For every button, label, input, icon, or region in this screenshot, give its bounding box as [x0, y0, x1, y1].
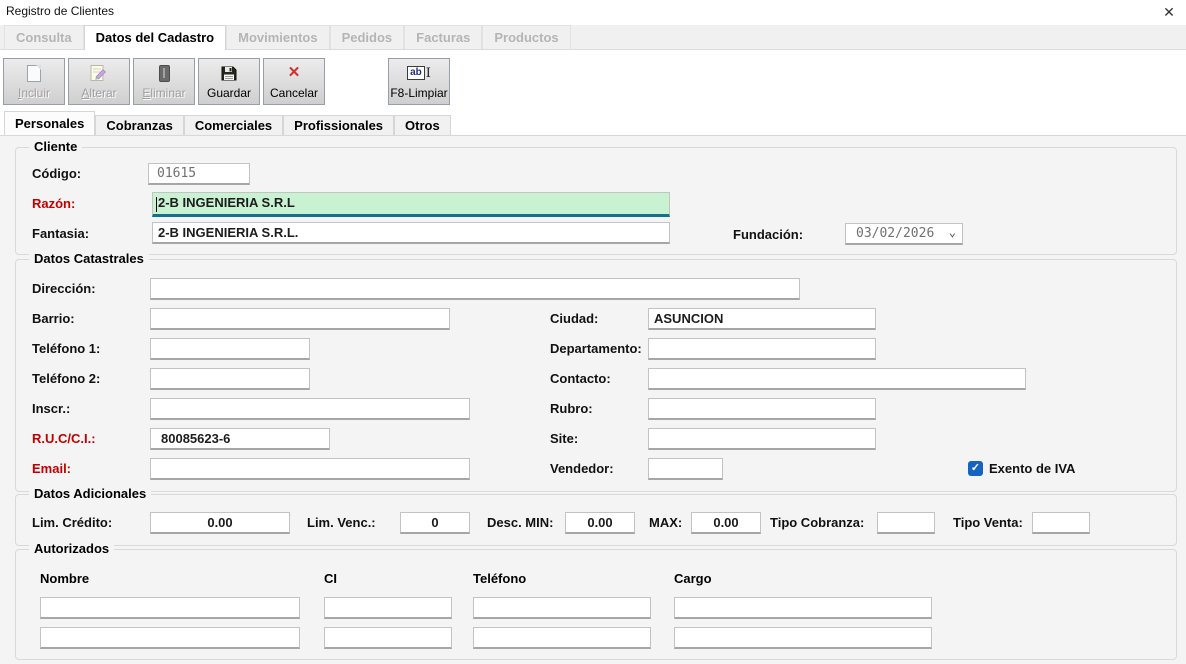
ruc-field[interactable]: 80085623-6	[150, 428, 330, 450]
guardar-button[interactable]: Guardar	[198, 58, 260, 105]
tipo-cobranza-field[interactable]	[877, 512, 935, 534]
telefono2-field[interactable]	[150, 368, 310, 390]
subtab-personales[interactable]: Personales	[4, 111, 95, 135]
datos-catastrales-legend: Datos Catastrales	[29, 251, 149, 266]
fantasia-label: Fantasia:	[32, 226, 89, 241]
barrio-field[interactable]	[150, 308, 450, 330]
text-caret	[156, 197, 157, 212]
subtab-cobranzas[interactable]: Cobranzas	[95, 115, 183, 135]
autorizados-header-cargo: Cargo	[674, 571, 712, 586]
ruc-label: R.U.C/C.I.:	[32, 431, 96, 446]
email-field[interactable]	[150, 458, 470, 480]
tipo-venta-label: Tipo Venta:	[953, 515, 1023, 530]
autorizado-telefono-field-row1[interactable]	[473, 597, 651, 619]
direccion-field[interactable]	[150, 278, 800, 300]
ciudad-field[interactable]: ASUNCION	[648, 308, 876, 330]
new-document-icon	[27, 64, 41, 82]
tipo-cobranza-label: Tipo Cobranza:	[770, 515, 864, 530]
desc-max-field[interactable]: 0.00	[691, 512, 761, 534]
rubro-field[interactable]	[648, 398, 876, 420]
alterar-button[interactable]: Alterar	[68, 58, 130, 105]
inscr-label: Inscr.:	[32, 401, 70, 416]
cancelar-button[interactable]: ✕ Cancelar	[263, 58, 325, 105]
rubro-label: Rubro:	[550, 401, 593, 416]
barrio-label: Barrio:	[32, 311, 75, 326]
toolbar: Incluir Alterar Eliminar	[0, 50, 1186, 112]
autorizados-header-nombre: Nombre	[40, 571, 89, 586]
cancel-x-icon: ✕	[288, 64, 301, 82]
autorizado-nombre-field-row2[interactable]	[40, 627, 300, 649]
incluir-button[interactable]: Incluir	[3, 58, 65, 105]
window-title: Registro de Clientes	[6, 4, 114, 18]
razon-field[interactable]: 2-B INGENIERIA S.R.L	[152, 192, 670, 217]
desc-min-field[interactable]: 0.00	[565, 512, 635, 534]
vendedor-label: Vendedor:	[550, 461, 614, 476]
site-field[interactable]	[648, 428, 876, 450]
close-icon[interactable]: ✕	[1158, 2, 1180, 22]
checkmark-icon: ✓	[971, 462, 980, 474]
exento-iva-checkbox[interactable]: ✓	[968, 461, 983, 476]
autorizados-legend: Autorizados	[29, 541, 114, 556]
telefono1-field[interactable]	[150, 338, 310, 360]
datos-adicionales-legend: Datos Adicionales	[29, 486, 151, 501]
edit-icon	[90, 64, 108, 82]
registro-clientes-window: Registro de Clientes ✕ Consulta Datos de…	[0, 0, 1186, 664]
tab-movimientos[interactable]: Movimientos	[226, 25, 329, 49]
telefono1-label: Teléfono 1:	[32, 341, 100, 356]
main-tab-bar: Consulta Datos del Cadastro Movimientos …	[0, 25, 1186, 50]
cliente-legend: Cliente	[29, 139, 82, 154]
lim-venc-label: Lim. Venc.:	[307, 515, 376, 530]
lim-credito-field[interactable]: 0.00	[150, 512, 290, 534]
tab-facturas[interactable]: Facturas	[404, 25, 482, 49]
ciudad-label: Ciudad:	[550, 311, 598, 326]
delete-icon	[159, 64, 170, 82]
email-label: Email:	[32, 461, 71, 476]
lim-credito-label: Lim. Crédito:	[32, 515, 112, 530]
razon-label: Razón:	[32, 196, 75, 211]
subtab-otros[interactable]: Otros	[394, 115, 451, 135]
direccion-label: Dirección:	[32, 281, 96, 296]
autorizados-header-ci: CI	[324, 571, 337, 586]
codigo-label: Código:	[32, 166, 81, 181]
exento-iva-label: Exento de IVA	[989, 461, 1075, 476]
save-floppy-icon	[221, 64, 237, 82]
autorizados-header-telefono: Teléfono	[473, 571, 526, 586]
departamento-field[interactable]	[648, 338, 876, 360]
desc-min-label: Desc. MIN:	[487, 515, 553, 530]
autorizado-nombre-field-row1[interactable]	[40, 597, 300, 619]
codigo-field[interactable]: 01615	[148, 163, 250, 185]
tab-pedidos[interactable]: Pedidos	[330, 25, 405, 49]
desc-max-label: MAX:	[649, 515, 682, 530]
inscr-field[interactable]	[150, 398, 470, 420]
tipo-venta-field[interactable]	[1032, 512, 1090, 534]
fundacion-date-select[interactable]: 03/02/2026 ⌄	[845, 223, 963, 245]
fantasia-field[interactable]: 2-B INGENIERIA S.R.L.	[152, 222, 670, 244]
contacto-field[interactable]	[648, 368, 1026, 390]
lim-venc-field[interactable]: 0	[400, 512, 470, 534]
clear-field-icon: abI	[407, 64, 431, 82]
f8-limpiar-button[interactable]: abI F8-Limpiar	[388, 58, 450, 105]
autorizado-ci-field-row2[interactable]	[324, 627, 452, 649]
departamento-label: Departamento:	[550, 341, 642, 356]
vendedor-field[interactable]	[648, 458, 723, 480]
title-bar: Registro de Clientes ✕	[0, 0, 1186, 25]
eliminar-button[interactable]: Eliminar	[133, 58, 195, 105]
tab-productos[interactable]: Productos	[482, 25, 570, 49]
telefono2-label: Teléfono 2:	[32, 371, 100, 386]
sub-tab-bar: Personales Cobranzas Comerciales Profiss…	[0, 112, 1186, 135]
contacto-label: Contacto:	[550, 371, 611, 386]
chevron-down-icon[interactable]: ⌄	[949, 225, 956, 239]
fundacion-label: Fundación:	[733, 227, 803, 242]
autorizado-ci-field-row1[interactable]	[324, 597, 452, 619]
autorizado-cargo-field-row1[interactable]	[674, 597, 932, 619]
tab-datos-del-cadastro[interactable]: Datos del Cadastro	[84, 25, 226, 50]
autorizado-telefono-field-row2[interactable]	[473, 627, 651, 649]
subtab-profissionales[interactable]: Profissionales	[283, 115, 394, 135]
tab-consulta[interactable]: Consulta	[4, 25, 84, 49]
site-label: Site:	[550, 431, 578, 446]
autorizado-cargo-field-row2[interactable]	[674, 627, 932, 649]
subtab-comerciales[interactable]: Comerciales	[184, 115, 283, 135]
